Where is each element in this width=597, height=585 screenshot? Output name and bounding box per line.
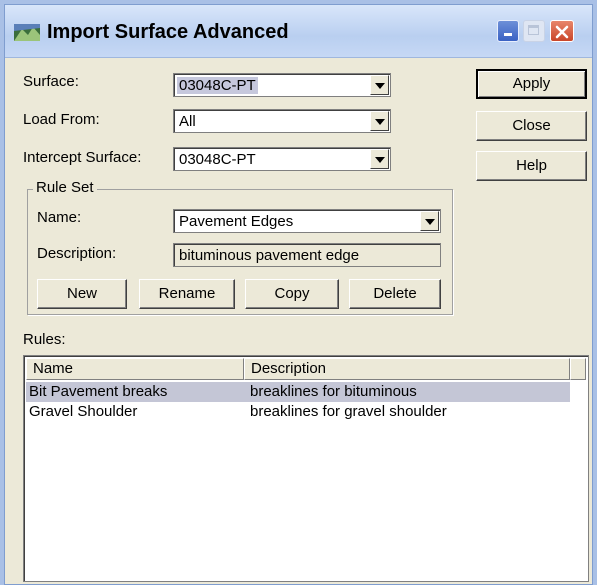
- load-from-value: All: [179, 113, 196, 130]
- new-button[interactable]: New: [37, 279, 127, 309]
- rule-name-label: Name:: [37, 209, 82, 226]
- apply-button[interactable]: Apply: [476, 69, 587, 99]
- window-title: Import Surface Advanced: [47, 21, 289, 43]
- rule-description-field: bituminous pavement edge: [173, 243, 441, 267]
- rule-name-cell: Gravel Shoulder: [29, 403, 138, 420]
- rename-button[interactable]: Rename: [139, 279, 235, 309]
- intercept-surface-dropdown[interactable]: 03048C-PT: [173, 147, 391, 171]
- rules-list[interactable]: Name Description Bit Pavement breaks bre…: [23, 355, 589, 582]
- column-header-filler: [570, 358, 586, 380]
- close-icon: [555, 25, 569, 39]
- column-header-name[interactable]: Name: [26, 358, 244, 380]
- rule-name-value: Pavement Edges: [179, 213, 294, 230]
- surface-value: 03048C-PT: [177, 77, 258, 94]
- rule-description-label: Description:: [37, 245, 117, 262]
- load-from-dropdown[interactable]: All: [173, 109, 391, 133]
- title-bar[interactable]: Import Surface Advanced: [5, 5, 592, 58]
- import-surface-advanced-dialog: Import Surface Advanced Surface: 03048C-…: [4, 4, 593, 585]
- help-button[interactable]: Help: [476, 151, 587, 181]
- minimize-button[interactable]: [497, 20, 519, 42]
- surface-app-icon: [13, 21, 41, 43]
- rule-description-cell: breaklines for bituminous: [250, 383, 417, 400]
- rule-set-title: Rule Set: [33, 179, 97, 196]
- chevron-down-icon[interactable]: [370, 75, 389, 95]
- load-from-label: Load From:: [23, 111, 100, 128]
- close-button[interactable]: Close: [476, 111, 587, 141]
- rule-description-cell: breaklines for gravel shoulder: [250, 403, 447, 420]
- surface-dropdown[interactable]: 03048C-PT: [173, 73, 391, 97]
- rule-name-cell: Bit Pavement breaks: [29, 383, 168, 400]
- table-row[interactable]: Gravel Shoulder breaklines for gravel sh…: [26, 402, 570, 422]
- intercept-surface-label: Intercept Surface:: [23, 149, 142, 166]
- delete-button[interactable]: Delete: [349, 279, 441, 309]
- rule-description-value: bituminous pavement edge: [179, 247, 360, 264]
- copy-button[interactable]: Copy: [245, 279, 339, 309]
- chevron-down-icon[interactable]: [420, 211, 439, 231]
- table-row[interactable]: Bit Pavement breaks breaklines for bitum…: [26, 382, 570, 402]
- chevron-down-icon[interactable]: [370, 111, 389, 131]
- column-header-description[interactable]: Description: [244, 358, 570, 380]
- chevron-down-icon[interactable]: [370, 149, 389, 169]
- maximize-button[interactable]: [523, 20, 545, 42]
- surface-label: Surface:: [23, 73, 79, 90]
- close-window-button[interactable]: [550, 20, 574, 42]
- rule-name-dropdown[interactable]: Pavement Edges: [173, 209, 441, 233]
- rules-label: Rules:: [23, 331, 66, 348]
- intercept-surface-value: 03048C-PT: [179, 151, 256, 168]
